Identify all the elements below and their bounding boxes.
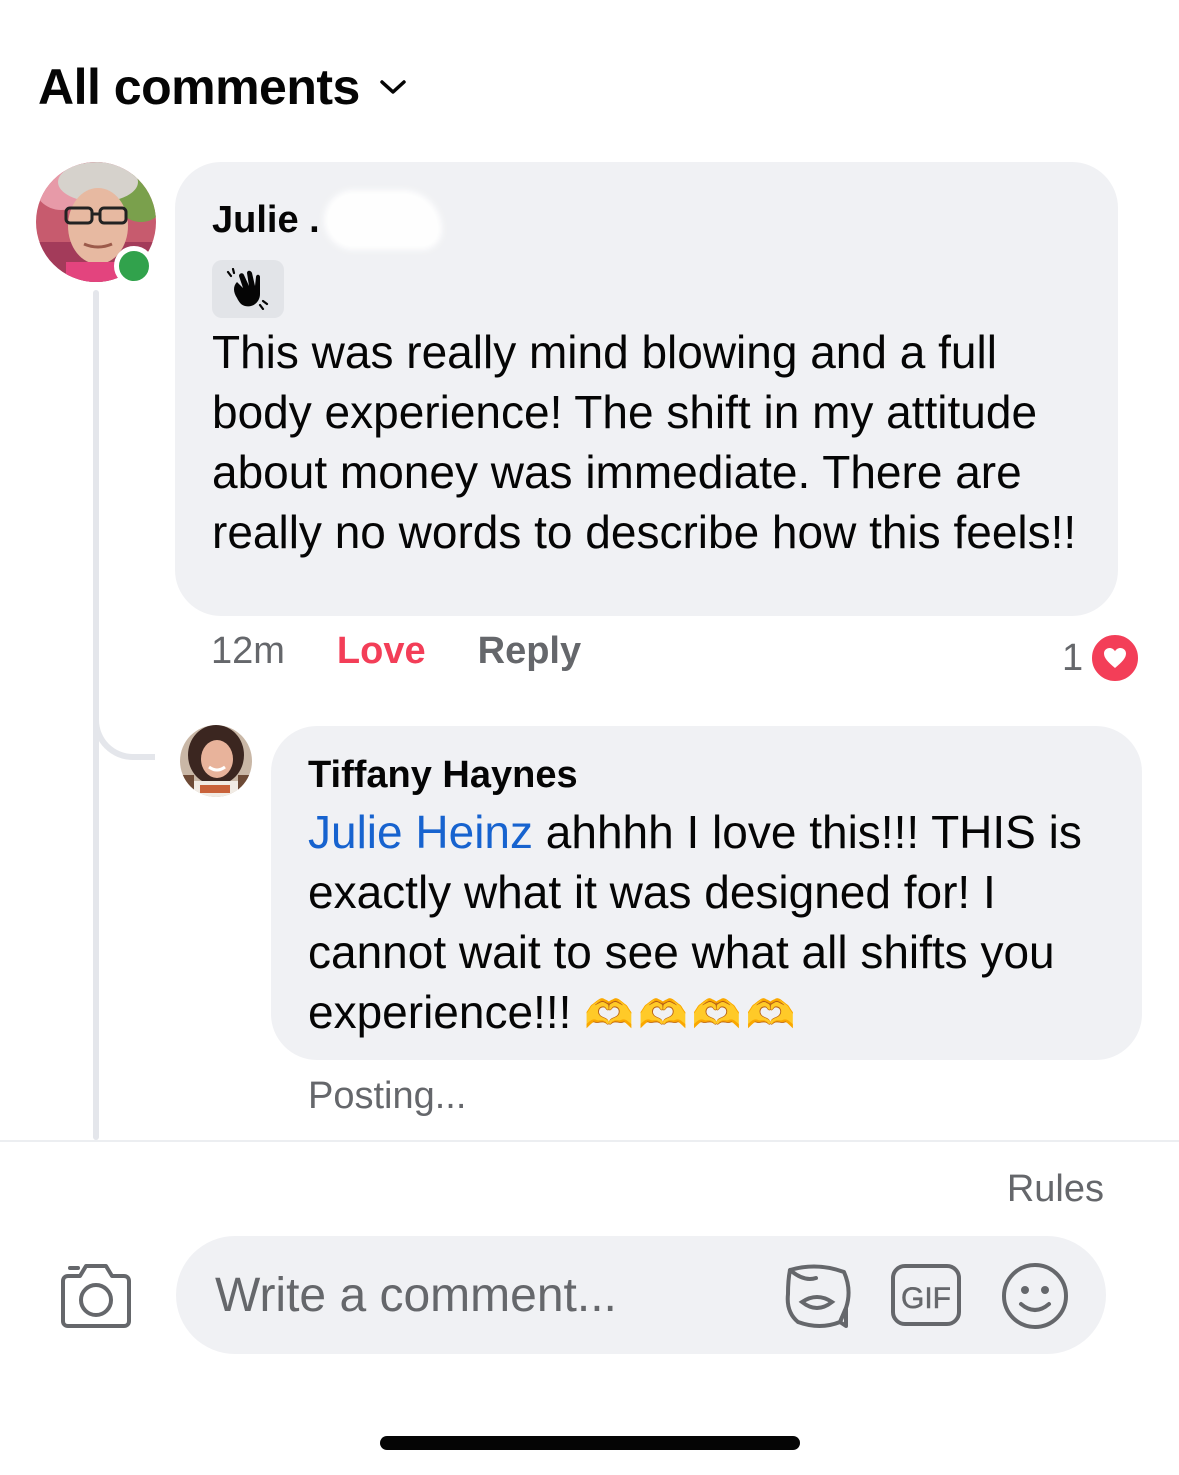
reaction-count: 1 bbox=[1062, 636, 1084, 679]
avatar-tiffany[interactable] bbox=[180, 725, 252, 797]
reaction-summary[interactable]: 1 bbox=[1062, 632, 1142, 684]
comments-screen: All comments Julie . This was really min… bbox=[0, 0, 1179, 1475]
comments-filter-dropdown[interactable]: All comments bbox=[38, 58, 408, 116]
profile-badge[interactable] bbox=[212, 260, 284, 318]
sticker-icon[interactable] bbox=[780, 1260, 854, 1332]
comment-author[interactable]: Julie . bbox=[212, 190, 1082, 250]
heart-hands-emoji: 🫶🫶🫶🫶 bbox=[584, 992, 800, 1038]
comment-text: Julie Heinz ahhhh I love this!!! THIS is… bbox=[308, 802, 1106, 1045]
comments-filter-label: All comments bbox=[38, 59, 360, 115]
mention-link[interactable]: Julie Heinz bbox=[308, 806, 533, 858]
love-heart-icon bbox=[1089, 632, 1142, 684]
camera-icon[interactable] bbox=[58, 1258, 134, 1330]
waving-hand-icon bbox=[226, 268, 269, 310]
gif-icon[interactable]: GIF bbox=[889, 1260, 963, 1330]
rules-link[interactable]: Rules bbox=[1007, 1168, 1104, 1211]
comment-author-suffix: . bbox=[309, 199, 320, 241]
redaction-smudge bbox=[323, 190, 442, 250]
reply-button[interactable]: Reply bbox=[478, 630, 581, 673]
comment-input[interactable] bbox=[213, 1266, 777, 1324]
love-reaction-button[interactable]: Love bbox=[337, 630, 426, 673]
chevron-down-icon bbox=[380, 80, 406, 94]
emoji-icon[interactable] bbox=[998, 1260, 1072, 1332]
comment-composer: GIF bbox=[176, 1236, 1106, 1354]
comment-timestamp[interactable]: 12m bbox=[211, 630, 285, 673]
posting-status: Posting... bbox=[308, 1075, 467, 1117]
home-indicator[interactable] bbox=[380, 1436, 800, 1450]
comment-bubble-julie[interactable]: Julie . This was really mind blowing and… bbox=[175, 162, 1118, 616]
avatar-tiffany-image bbox=[180, 725, 252, 797]
thread-connector bbox=[93, 700, 155, 760]
comment-author-name: Julie bbox=[212, 199, 299, 241]
comment-text: This was really mind blowing and a full … bbox=[212, 326, 1077, 558]
gif-label: GIF bbox=[901, 1282, 951, 1315]
comment-author-name[interactable]: Tiffany Haynes bbox=[308, 752, 1106, 798]
composer-divider bbox=[0, 1140, 1179, 1142]
comment-actions: 12m Love Reply bbox=[211, 630, 581, 673]
comment-bubble-tiffany[interactable]: Tiffany Haynes Julie Heinz ahhhh I love … bbox=[271, 726, 1142, 1060]
online-status-indicator bbox=[114, 246, 154, 286]
